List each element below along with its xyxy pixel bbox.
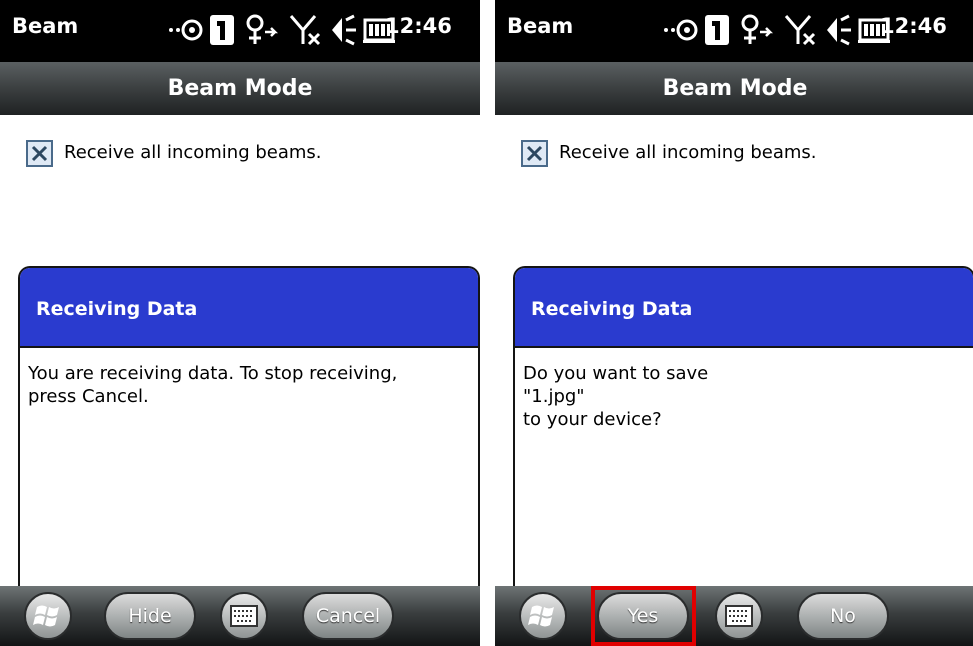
save-dialog: Receiving Data Do you want to save "1.jp… [513,266,973,598]
page-title: Beam Mode [0,62,480,115]
cancel-button[interactable]: Cancel [302,592,394,640]
dialog-line: "1.jpg" [523,386,585,407]
sync-icon [165,10,205,50]
softkey-bar: Hide Cancel [0,586,480,646]
connectivity-icon [738,10,774,50]
no-button[interactable]: No [797,592,889,640]
dialog-line: to your device? [523,409,662,430]
windows-start-icon[interactable] [24,592,72,640]
sync-icon [660,10,700,50]
volume-icon [823,10,853,50]
volume-icon [328,10,358,50]
dialog-line: Do you want to save [523,363,709,384]
beam-screen-receiving: Beam 12:46 Beam Mode Receive all incomin… [0,0,480,646]
checkbox-label: Receive all incoming beams. [559,142,817,163]
page-title: Beam Mode [495,62,973,115]
signal-off-icon [782,10,818,50]
dialog-message: You are receiving data. To stop receivin… [20,348,478,408]
checkbox-x-icon[interactable] [521,140,548,167]
checkbox-label: Receive all incoming beams. [64,142,322,163]
dialog-message: Do you want to save "1.jpg" to your devi… [515,348,973,431]
status-app-title: Beam [12,14,79,38]
status-bar[interactable]: Beam 12:46 [0,0,480,62]
status-time: 12:46 [880,14,947,38]
windows-start-icon[interactable] [519,592,567,640]
connectivity-icon [243,10,279,50]
dialog-title: Receiving Data [515,268,973,348]
keyboard-icon[interactable] [715,592,763,640]
sim-1-icon [209,10,235,50]
status-app-title: Beam [507,14,574,38]
softkey-bar: Yes No [495,586,973,646]
cancel-button-label: Cancel [315,605,381,627]
checkbox-x-icon[interactable] [26,140,53,167]
sim-1-icon [704,10,730,50]
status-bar[interactable]: Beam 12:46 [495,0,973,62]
hide-button[interactable]: Hide [104,592,196,640]
no-button-label: No [830,605,856,627]
receiving-dialog: Receiving Data You are receiving data. T… [18,266,480,598]
keyboard-icon[interactable] [220,592,268,640]
dialog-line: press Cancel. [28,386,149,407]
hide-button-label: Hide [128,605,172,627]
signal-off-icon [287,10,323,50]
beam-screen-save-prompt: Beam 12:46 Beam Mode Receive all incomin… [495,0,973,646]
yes-button-highlight [591,586,696,646]
dialog-title: Receiving Data [20,268,478,348]
status-time: 12:46 [385,14,452,38]
dialog-line: You are receiving data. To stop receivin… [28,363,398,384]
